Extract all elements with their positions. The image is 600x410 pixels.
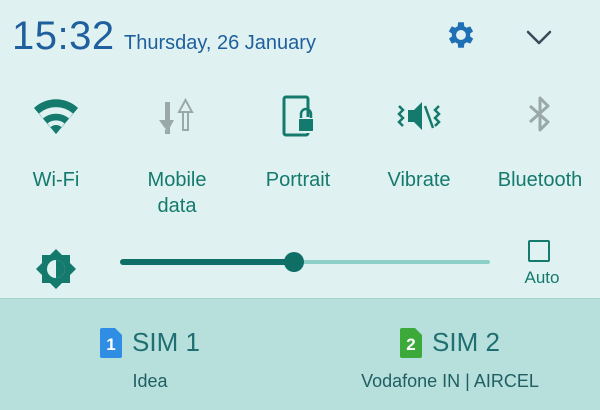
brightness-icon — [33, 246, 79, 292]
auto-brightness-checkbox[interactable] — [528, 240, 550, 262]
sim-1-name: SIM 1 — [132, 327, 200, 357]
sim-2[interactable]: 2 SIM 2 Vodafone IN | AIRCEL — [300, 299, 600, 410]
sim-card-icon: 1 — [100, 327, 123, 358]
sim-1-operator: Idea — [132, 371, 168, 391]
tile-mobile-data-label: Mobile data — [147, 169, 207, 217]
brightness-slider-thumb[interactable] — [283, 252, 304, 272]
tile-wifi[interactable]: Wi-Fi — [1, 88, 111, 228]
vibrate-icon — [393, 90, 445, 142]
portrait-lock-icon — [272, 90, 324, 142]
tile-mobile-data[interactable]: Mobile data — [122, 88, 232, 228]
tile-bluetooth[interactable]: Bluetooth — [485, 88, 595, 228]
auto-brightness-label: Auto — [524, 268, 560, 287]
tile-vibrate-label: Vibrate — [387, 169, 451, 191]
sim-2-operator: Vodafone IN | AIRCEL — [361, 371, 539, 391]
brightness-fill — [120, 259, 294, 265]
sim-1-header: 1 SIM 1 — [0, 327, 300, 358]
sim-2-name: SIM 2 — [432, 327, 500, 357]
tile-wifi-label: Wi-Fi — [32, 169, 80, 191]
clock-time: 15:32 — [12, 14, 115, 58]
sim-2-badge-number: 2 — [406, 335, 415, 354]
tile-vibrate[interactable]: Vibrate — [364, 88, 474, 228]
bluetooth-icon — [514, 90, 566, 142]
tile-bluetooth-label: Bluetooth — [497, 169, 583, 191]
sim-card-icon: 2 — [400, 327, 423, 358]
mobile-data-icon — [151, 90, 203, 142]
sim-panel: 1 SIM 1 Idea 2 SIM 2 Vodafone IN | AIRCE… — [0, 298, 600, 410]
status-header: 15:32 Thursday, 26 January — [0, 0, 600, 72]
brightness-row: Auto — [0, 236, 600, 298]
quick-settings-tiles: Wi-Fi Mobile data Portrait Vibrate Bluet… — [0, 88, 600, 228]
tile-portrait[interactable]: Portrait — [243, 88, 353, 228]
gear-icon[interactable] — [444, 18, 478, 52]
sim-1-badge-number: 1 — [106, 335, 115, 354]
tile-portrait-label: Portrait — [265, 169, 331, 191]
date-text[interactable]: Thursday, 26 January — [124, 32, 316, 55]
chevron-down-icon[interactable] — [522, 20, 556, 54]
sim-2-header: 2 SIM 2 — [300, 327, 600, 358]
wifi-icon — [30, 90, 82, 142]
sim-1[interactable]: 1 SIM 1 Idea — [0, 299, 300, 410]
